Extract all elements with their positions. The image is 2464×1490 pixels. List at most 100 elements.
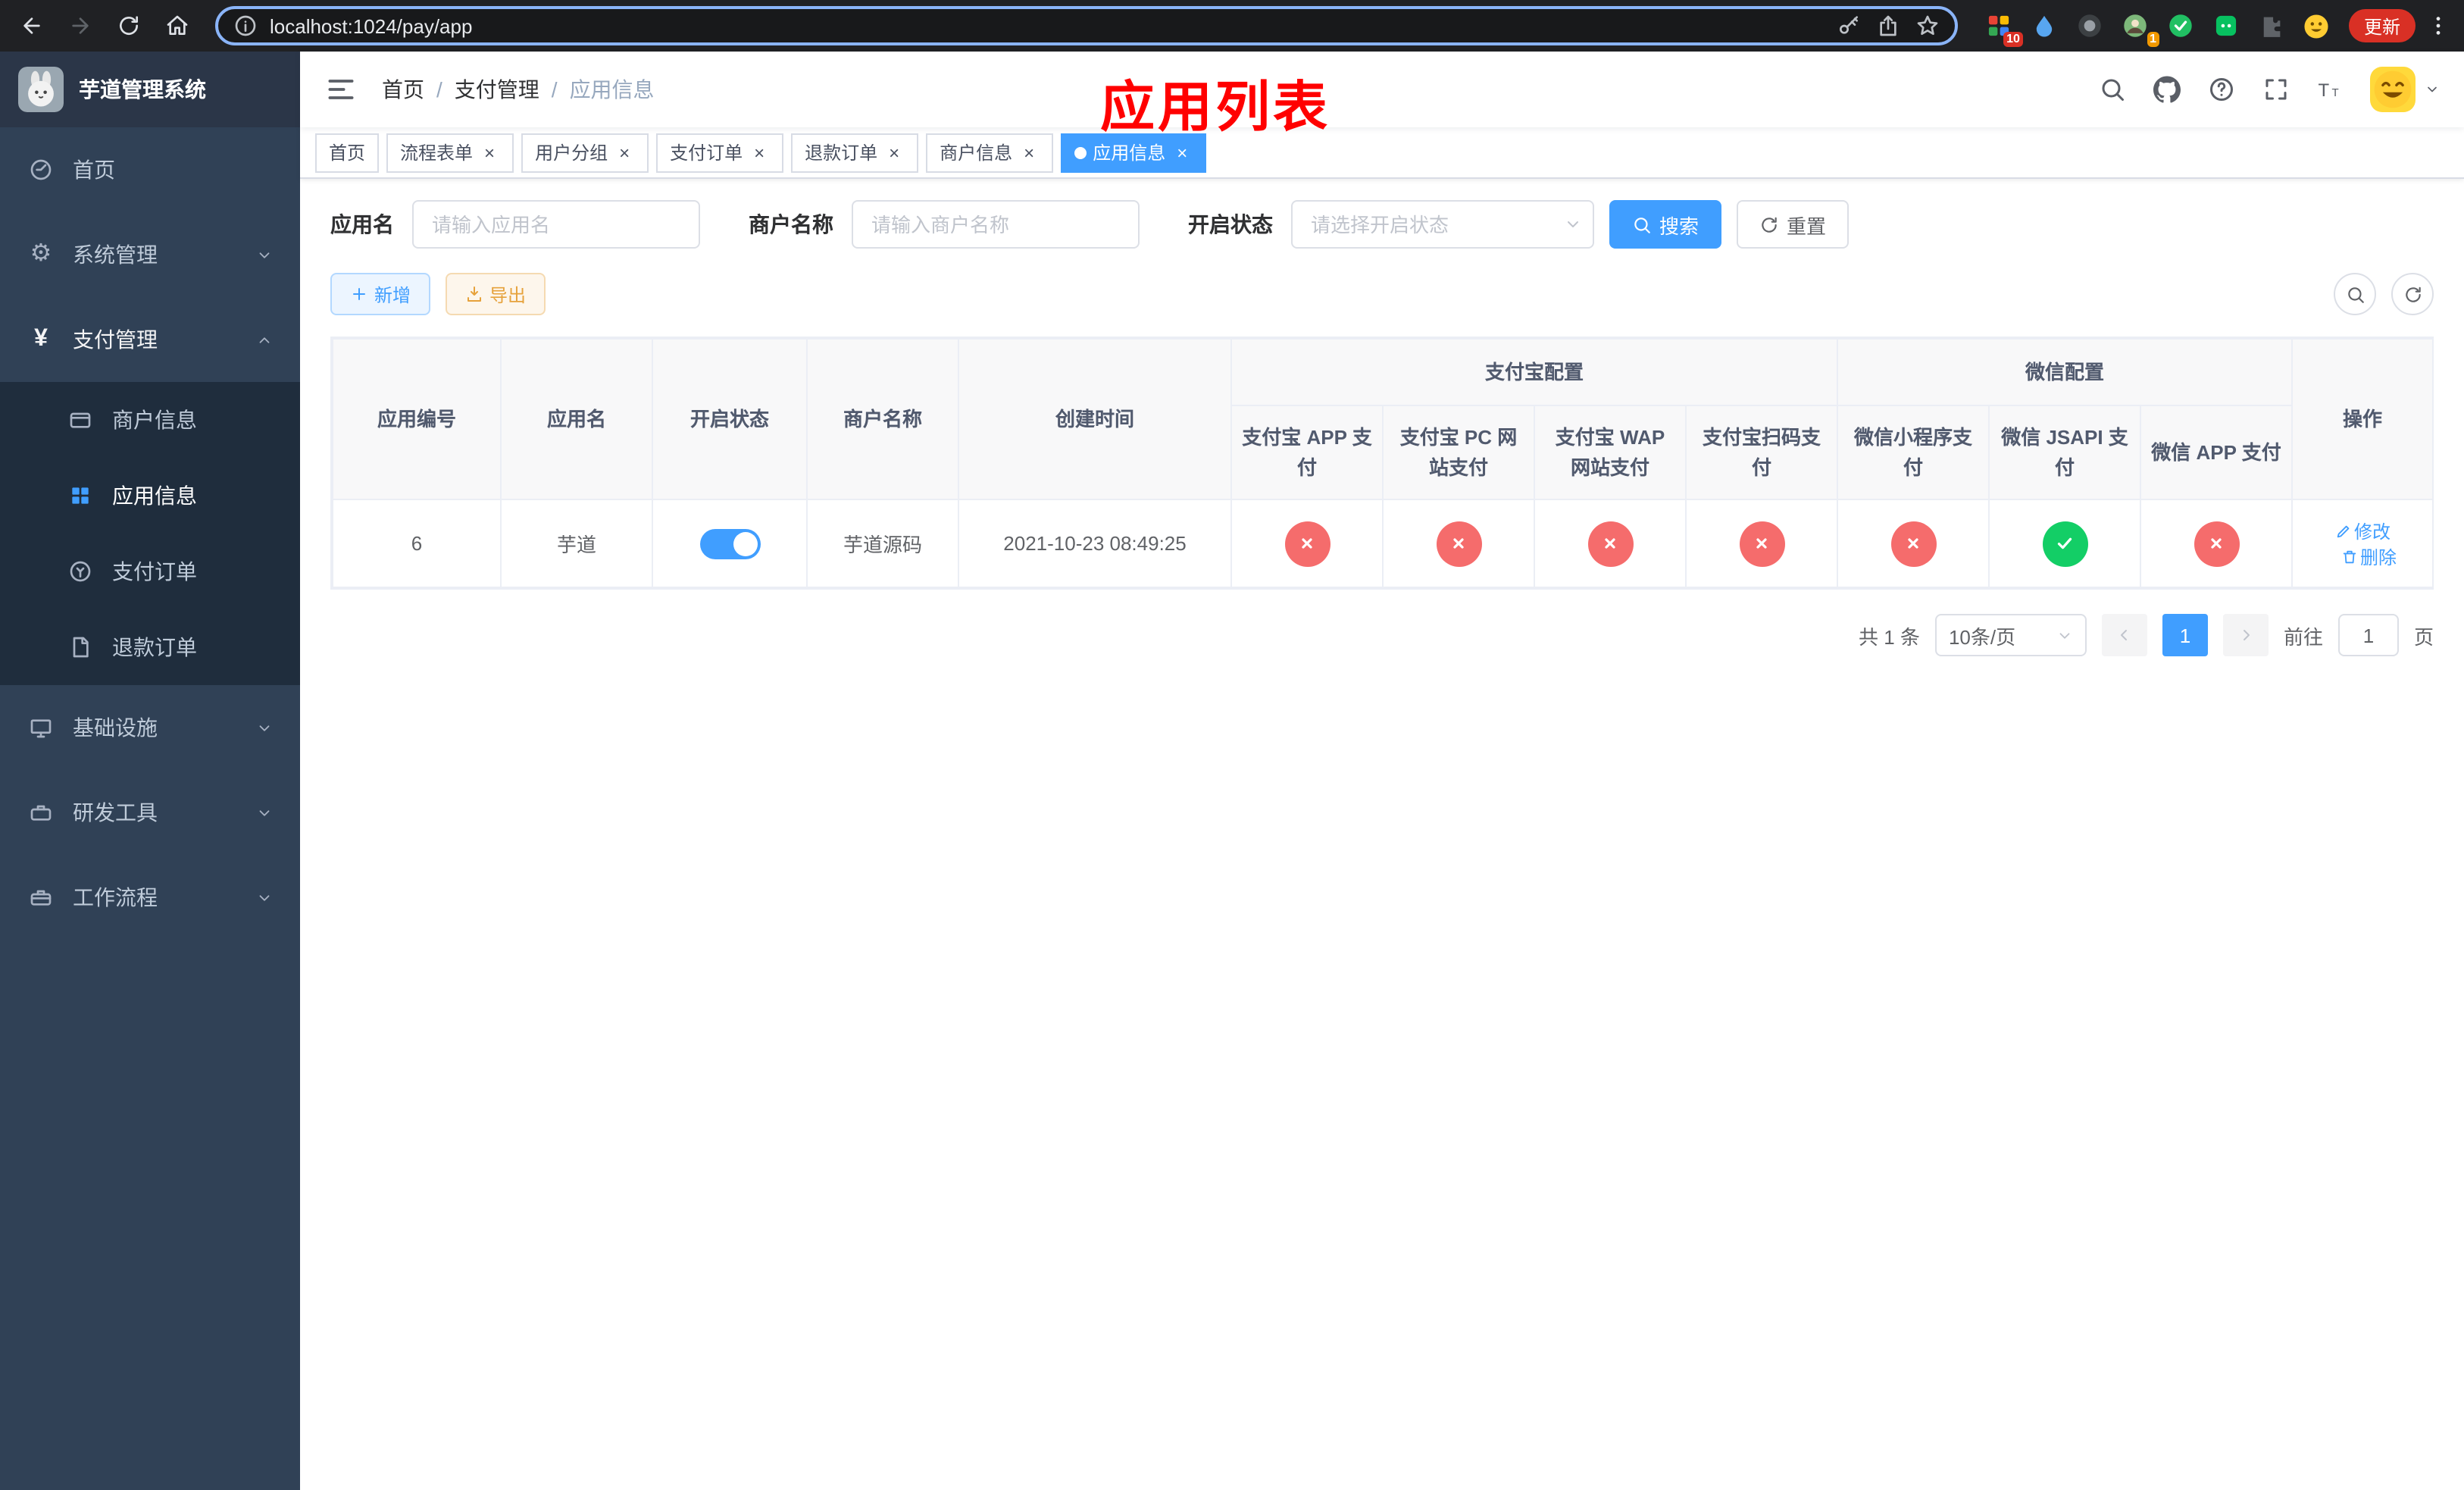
col-merchant: 商户名称 [806, 338, 959, 500]
font-size-icon-button[interactable]: TT [2315, 74, 2346, 105]
tab-process-form[interactable]: 流程表单 × [386, 133, 514, 172]
search-toggle-button[interactable] [2334, 273, 2376, 315]
sidebar-item-devtools[interactable]: 研发工具 [0, 770, 300, 855]
sidebar-subitem-refund-order[interactable]: 退款订单 [0, 609, 300, 685]
cell-wechat-app [2140, 499, 2294, 588]
trash-icon [2342, 549, 2356, 563]
green-circle-extension-icon[interactable] [2164, 9, 2197, 42]
cell-actions: 修改 删除 [2291, 499, 2434, 588]
status-select[interactable] [1291, 200, 1594, 249]
back-icon [23, 17, 40, 34]
emoji-extension-icon[interactable] [2300, 9, 2334, 42]
url-text[interactable]: localhost:1024/pay/app [270, 14, 1825, 37]
browser-update-button[interactable]: 更新 [2348, 9, 2416, 42]
page-size-select[interactable]: 10条/页 [1934, 614, 2087, 656]
info-icon[interactable] [233, 14, 258, 38]
tab-label: 应用信息 [1093, 142, 1166, 164]
sidebar-subitem-payment-order[interactable]: 支付订单 [0, 534, 300, 609]
share-icon[interactable] [1876, 14, 1900, 38]
sidebar-item-payment[interactable]: ¥ 支付管理 [0, 297, 300, 382]
tab-refund-order[interactable]: 退款订单 × [791, 133, 919, 172]
edit-link[interactable]: 修改 [2334, 518, 2391, 543]
status-label: 开启状态 [1188, 212, 1273, 236]
sidebar-item-label: 工作流程 [73, 885, 158, 909]
status-toggle[interactable] [699, 528, 760, 559]
breadcrumb-item-home[interactable]: 首页 [382, 74, 424, 105]
chevron-up-icon [256, 331, 273, 348]
profile-avatar-icon[interactable]: 1 [2118, 9, 2159, 47]
merchant-name-input[interactable] [852, 200, 1140, 249]
refresh-button[interactable] [2391, 273, 2434, 315]
tab-close-icon[interactable]: × [614, 142, 635, 163]
tab-payment-order[interactable]: 支付订单 × [656, 133, 784, 172]
sidebar-item-workflow[interactable]: 工作流程 [0, 855, 300, 940]
browser-menu-button[interactable] [2425, 9, 2452, 42]
breadcrumb-separator: / [551, 77, 558, 102]
dark-circle-extension-icon[interactable] [2073, 9, 2106, 42]
sidebar: 芋道管理系统 首页 ⚙ 系统管理 ¥ 支付管理 商户信息 应用信息 支付订单 退… [0, 52, 300, 1490]
collapse-sidebar-button[interactable] [324, 73, 358, 106]
prev-page-button[interactable] [2101, 614, 2147, 656]
toggle-knob [733, 531, 757, 556]
forward-button[interactable] [61, 6, 100, 45]
goto-suffix: 页 [2413, 625, 2434, 648]
download-icon [467, 286, 482, 302]
tab-close-icon[interactable]: × [479, 142, 500, 163]
tab-merchant-info[interactable]: 商户信息 × [926, 133, 1054, 172]
help-icon-button[interactable] [2206, 74, 2237, 105]
app-logo-row[interactable]: 芋道管理系统 [0, 52, 300, 127]
tags-view-bar: 首页 流程表单 × 用户分组 × 支付订单 × 退款订单 × 商户信息 × 应用信息 × [300, 127, 2464, 179]
sidebar-subitem-merchant-info[interactable]: 商户信息 [0, 382, 300, 458]
sidebar-item-home[interactable]: 首页 [0, 127, 300, 212]
extensions-grid-icon[interactable]: 10 [1982, 9, 2023, 47]
page-1-button[interactable]: 1 [2162, 614, 2208, 656]
address-bar[interactable]: localhost:1024/pay/app [215, 6, 1958, 45]
github-icon [2153, 76, 2181, 103]
bookmark-star-icon[interactable] [1915, 14, 1940, 38]
tab-close-icon[interactable]: × [1171, 142, 1193, 163]
col-app-id: 应用编号 [332, 338, 502, 500]
user-avatar[interactable] [2370, 67, 2416, 112]
next-page-button[interactable] [2222, 614, 2269, 656]
reset-button[interactable]: 重置 [1737, 200, 1850, 249]
main-area: 首页 / 支付管理 / 应用信息 TT 首页 流程表单 × 用户分组 × 支付订… [300, 52, 2464, 1490]
tab-label: 支付订单 [670, 142, 743, 164]
breadcrumb-item-payment[interactable]: 支付管理 [455, 74, 539, 105]
tab-user-group[interactable]: 用户分组 × [521, 133, 649, 172]
check-status-icon [2042, 521, 2088, 566]
add-button[interactable]: 新增 [330, 273, 431, 315]
search-button[interactable]: 搜索 [1609, 200, 1722, 249]
drop-extension-icon[interactable] [2028, 9, 2061, 42]
home-button[interactable] [158, 6, 197, 45]
puzzle-extension-icon[interactable] [2255, 9, 2288, 42]
sidebar-subitem-app-info[interactable]: 应用信息 [0, 458, 300, 534]
github-icon-button[interactable] [2152, 74, 2182, 105]
breadcrumb-item-app-info: 应用信息 [569, 77, 655, 102]
chat-extension-icon[interactable] [2209, 9, 2243, 42]
sidebar-item-system[interactable]: ⚙ 系统管理 [0, 212, 300, 297]
sidebar-item-infrastructure[interactable]: 基础设施 [0, 685, 300, 770]
tab-close-icon[interactable]: × [1018, 142, 1040, 163]
app-name-input[interactable] [412, 200, 700, 249]
pay-order-icon [67, 558, 94, 585]
tab-close-icon[interactable]: × [749, 142, 770, 163]
back-button[interactable] [12, 6, 52, 45]
gear-icon: ⚙ [30, 241, 52, 267]
cross-status-icon [1587, 521, 1633, 566]
tab-home[interactable]: 首页 [315, 133, 380, 172]
edit-link-label: 修改 [2354, 521, 2391, 542]
export-button[interactable]: 导出 [446, 273, 546, 315]
user-menu[interactable] [2370, 67, 2440, 112]
search-icon [2347, 286, 2363, 302]
search-icon [2102, 79, 2124, 101]
tab-close-icon[interactable]: × [883, 142, 905, 163]
search-icon-button[interactable] [2097, 74, 2128, 105]
status-select-input[interactable] [1291, 200, 1594, 249]
hamburger-icon [328, 80, 354, 99]
fullscreen-icon [2265, 79, 2287, 100]
reload-button[interactable] [109, 6, 149, 45]
goto-page-input[interactable] [2337, 614, 2399, 656]
fullscreen-icon-button[interactable] [2261, 74, 2291, 105]
delete-link[interactable]: 删除 [2340, 543, 2397, 569]
password-key-icon[interactable] [1837, 14, 1861, 38]
